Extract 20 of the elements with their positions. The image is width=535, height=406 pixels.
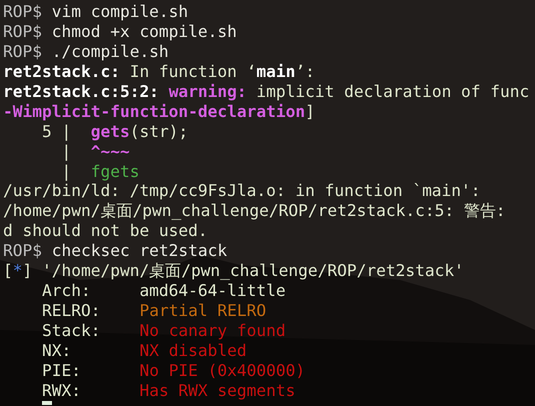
terminal-line: ret2stack.c: In function ‘main’:: [3, 62, 315, 82]
terminal-line: NX: NX disabled: [40, 340, 247, 361]
terminal-line: 5 | gets(str);: [40, 122, 188, 142]
terminal-line: ROP$ chmod +x compile.sh: [3, 22, 237, 42]
terminal-line: /home/pwn/桌面/pwn_challenge/ROP/ret2stack.c:5: 警告:: [3, 201, 506, 222]
terminal-line: Arch: amd64-64-little: [40, 281, 286, 302]
terminal-line: ret2stack.c:5:2: warning: implicit declaration of func: [3, 82, 530, 102]
terminal-line: PIE: No PIE (0x400000): [40, 360, 306, 381]
terminal-line: /usr/bin/ld: /tmp/cc9FsJla.o: in function `main':: [3, 181, 481, 202]
terminal-line: -Wimplicit-function-declaration]: [3, 102, 315, 122]
terminal-line: d should not be used.: [3, 221, 208, 242]
terminal-line: | ^~~~: [60, 142, 130, 162]
terminal-line: | fgets: [60, 162, 140, 182]
terminal-line: [*] '/home/pwn/桌面/pwn_challenge/ROP/ret2stack': [3, 261, 464, 282]
terminal-line: ROP$ checksec ret2stack: [3, 241, 228, 262]
terminal-line: Stack: No canary found: [40, 321, 286, 341]
terminal-line: RELRO: Partial RELRO: [40, 301, 266, 321]
terminal-line: ROP$ vim compile.sh: [3, 2, 188, 22]
terminal-line: ROP$ ./compile.sh: [3, 42, 169, 62]
terminal-line: RWX: Has RWX segments: [40, 380, 296, 401]
